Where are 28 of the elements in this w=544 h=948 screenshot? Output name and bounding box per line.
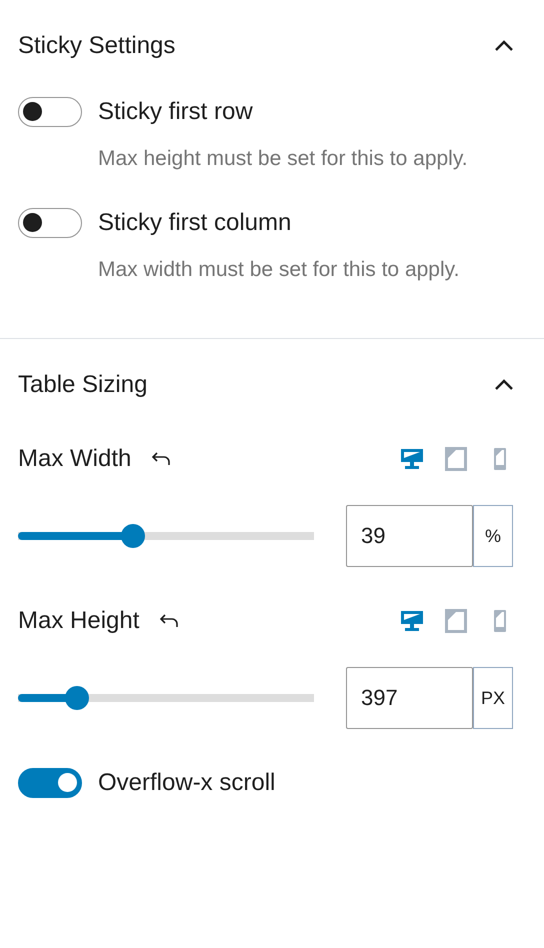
- number-input[interactable]: 397: [346, 667, 473, 729]
- section-title: Sticky Settings: [18, 32, 176, 60]
- reset-icon[interactable]: [159, 613, 180, 629]
- toggle-switch[interactable]: [18, 97, 82, 127]
- phone-icon: [493, 609, 507, 633]
- toggle-label: Overflow-x scroll: [98, 769, 276, 797]
- section-title: Table Sizing: [18, 371, 148, 399]
- toggle-switch[interactable]: [18, 768, 82, 798]
- phone-icon: [493, 447, 507, 471]
- unit-button[interactable]: PX: [473, 667, 513, 729]
- help-text: Max width must be set for this to apply.: [98, 257, 460, 283]
- reset-icon[interactable]: [151, 451, 172, 467]
- chevron-icon: [494, 379, 514, 391]
- toggle-label: Sticky first column: [98, 209, 292, 237]
- chevron-icon: [494, 40, 514, 52]
- field-label: Max Height: [18, 607, 140, 635]
- toggle-label: Sticky first row: [98, 98, 253, 126]
- toggle-switch[interactable]: [18, 208, 82, 238]
- slider-thumb[interactable]: [121, 524, 146, 548]
- help-text: Max height must be set for this to apply.: [98, 146, 468, 172]
- number-input[interactable]: 39: [346, 505, 473, 567]
- desktop-icon: [400, 448, 424, 470]
- tablet-icon: [445, 447, 467, 471]
- unit-button[interactable]: %: [473, 505, 513, 567]
- field-label: Max Width: [18, 445, 132, 473]
- desktop-icon: [400, 610, 424, 632]
- slider-thumb[interactable]: [65, 686, 90, 710]
- tablet-icon: [445, 609, 467, 633]
